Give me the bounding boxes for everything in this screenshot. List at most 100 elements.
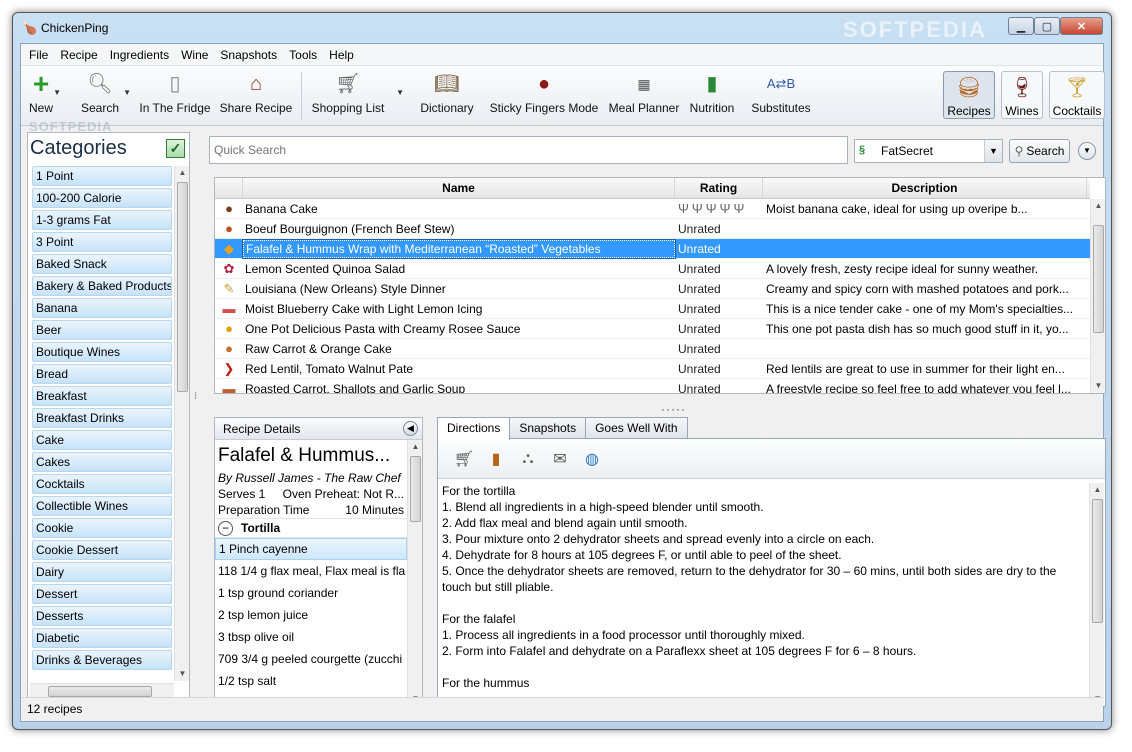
category-item[interactable]: 1 Point [32,166,172,186]
close-button[interactable]: ✕ [1060,17,1103,35]
category-item[interactable]: Cocktails [32,474,172,494]
table-row[interactable]: ◆ Falafel & Hummus Wrap with Mediterranea… [215,238,1090,259]
name-column-header[interactable]: Name [243,178,675,198]
ingredient-item[interactable]: 118 1/4 g flax meal, Flax meal is fla [215,560,407,582]
fork-rating-icon[interactable]: ΨΨΨΨΨ [678,201,747,216]
pane-splitter[interactable]: ⁝ [194,392,198,424]
menu-file[interactable]: File [23,48,54,62]
ingredient-item[interactable]: 1 Pinch cayenne [215,538,407,560]
scrollbar-thumb[interactable] [410,456,421,522]
ingredient-item[interactable]: 709 3/4 g peeled courgette (zucchi [215,648,407,670]
category-item[interactable]: Bread [32,364,172,384]
rating-column-header[interactable]: Rating [675,178,763,198]
category-item[interactable]: Cookie [32,518,172,538]
tab-goes-well-with[interactable]: Goes Well With [585,417,688,439]
search-button[interactable]: 🔍︎ Search ▼ [71,66,131,126]
scroll-down-icon[interactable]: ▼ [1091,379,1105,393]
menu-ingredients[interactable]: Ingredients [104,48,175,62]
cocktails-view-button[interactable]: 🍸︎ Cocktails [1049,71,1105,119]
chevron-down-icon[interactable]: ▼ [123,88,131,97]
horizontal-splitter-grip[interactable]: ····· [661,402,686,416]
wines-view-button[interactable]: 🍷︎ Wines [1001,71,1043,119]
ingredient-section-tortilla[interactable]: − Tortilla [215,518,407,538]
menu-tools[interactable]: Tools [283,48,323,62]
category-item[interactable]: Baked Snack [32,254,172,274]
category-item[interactable]: Drinks & Beverages [32,650,172,670]
scrollbar-thumb[interactable] [1092,499,1103,623]
ingredient-item[interactable]: 1/2 tsp salt [215,670,407,692]
chevron-down-icon[interactable]: ▼ [53,88,61,97]
directions-vertical-scrollbar[interactable]: ▲ ▼ [1089,483,1104,706]
maximize-button[interactable]: ▢ [1034,17,1060,35]
categories-horizontal-scrollbar[interactable] [30,683,174,698]
quick-search-input[interactable] [209,136,848,164]
bar-chart-icon[interactable]: ▮ [480,449,512,469]
table-row[interactable]: ● One Pot Delicious Pasta with Creamy Ros… [215,319,1090,339]
shopping-list-button[interactable]: 🛒︎ Shopping List ▼ [306,66,404,126]
collapse-left-icon[interactable]: ◀ [403,421,418,436]
table-row[interactable]: ● Raw Carrot & Orange Cake Unrated [215,339,1090,359]
ingredient-item[interactable]: 2 tsp lemon juice [215,604,407,626]
table-row[interactable]: ● Banana Cake ΨΨΨΨΨ Moist banana cake, idea… [215,199,1090,219]
scroll-up-icon[interactable]: ▲ [408,440,422,454]
substitutes-button[interactable]: A⇄B Substitutes [750,66,812,126]
category-item[interactable]: Bakery & Baked Products [32,276,172,296]
ingredient-item[interactable]: 3 tbsp olive oil [215,626,407,648]
select-all-checkbox[interactable]: ✓ [166,138,185,158]
search-options-button[interactable]: ▼ [1078,142,1096,160]
category-item[interactable]: 1-3 grams Fat [32,210,172,230]
envelope-icon[interactable]: ✉ [544,449,576,469]
table-row[interactable]: ❯ Red Lentil, Tomato Walnut Pate Unrated Re… [215,359,1090,379]
details-vertical-scrollbar[interactable]: ▲ ▼ [407,440,422,706]
chevron-down-icon[interactable]: ▼ [396,88,404,97]
table-row[interactable]: ● Boeuf Bourguignon (French Beef Stew) Unr… [215,219,1090,239]
category-item[interactable]: Dessert [32,584,172,604]
category-item[interactable]: Cookie Dessert [32,540,172,560]
category-item[interactable]: 100-200 Calorie [32,188,172,208]
scroll-up-icon[interactable]: ▲ [175,166,190,180]
nutrition-button[interactable]: ▮ Nutrition [686,66,738,126]
category-item[interactable]: Cake [32,430,172,450]
category-item[interactable]: Banana [32,298,172,318]
provider-select[interactable]: § FatSecret ▼ [854,139,1003,163]
category-item[interactable]: Breakfast [32,386,172,406]
share-recipe-button[interactable]: ⌂ Share Recipe [217,66,295,126]
chevron-down-icon[interactable]: ▼ [984,140,1002,162]
category-item[interactable]: Desserts [32,606,172,626]
category-item[interactable]: Diabetic [32,628,172,648]
meal-planner-button[interactable]: ▦ Meal Planner [608,66,680,126]
minimize-button[interactable]: ▁ [1008,17,1034,35]
scrollbar-thumb[interactable] [1093,225,1104,333]
menu-recipe[interactable]: Recipe [54,48,103,62]
collapse-minus-icon[interactable]: − [218,520,233,536]
table-row[interactable]: ✎ Louisiana (New Orleans) Style Dinner Unr… [215,279,1090,299]
scroll-up-icon[interactable]: ▲ [1091,199,1105,213]
category-item[interactable]: Dairy [32,562,172,582]
recipes-view-button[interactable]: 🍔︎ Recipes [943,71,995,119]
categories-vertical-scrollbar[interactable]: ▲ ▼ [174,166,189,681]
dictionary-button[interactable]: 📖︎ Dictionary [414,66,480,126]
title-bar[interactable]: 🍗 ChickenPing SOFTPEDIA [13,13,1111,43]
category-item[interactable]: Beer [32,320,172,340]
scrollbar-thumb[interactable] [48,686,152,697]
scroll-up-icon[interactable]: ▲ [1090,483,1105,497]
tab-directions[interactable]: Directions [437,417,511,440]
menu-wine[interactable]: Wine [175,48,214,62]
menu-snapshots[interactable]: Snapshots [214,48,283,62]
scroll-down-icon[interactable]: ▼ [175,667,190,681]
category-item[interactable]: Boutique Wines [32,342,172,362]
table-row[interactable]: ✿ Lemon Scented Quinoa Salad Unrated A love… [215,259,1090,279]
category-item[interactable]: Collectible Wines [32,496,172,516]
category-item[interactable]: 3 Point [32,232,172,252]
new-button[interactable]: + New ▼ [23,66,61,126]
ingredient-item[interactable]: 1 tsp ground coriander [215,582,407,604]
shopping-cart-icon[interactable]: 🛒︎ [448,449,480,469]
scrollbar-thumb[interactable] [177,182,188,392]
category-item[interactable]: Cakes [32,452,172,472]
globe-icon[interactable]: ◍ [576,449,608,469]
menu-help[interactable]: Help [323,48,360,62]
table-row[interactable]: ▬ Moist Blueberry Cake with Light Lemon I… [215,299,1090,319]
grid-vertical-scrollbar[interactable]: ▲ ▼ [1090,199,1105,393]
category-item[interactable]: Breakfast Drinks [32,408,172,428]
sticky-fingers-mode-button[interactable]: ● Sticky Fingers Mode [488,66,600,126]
